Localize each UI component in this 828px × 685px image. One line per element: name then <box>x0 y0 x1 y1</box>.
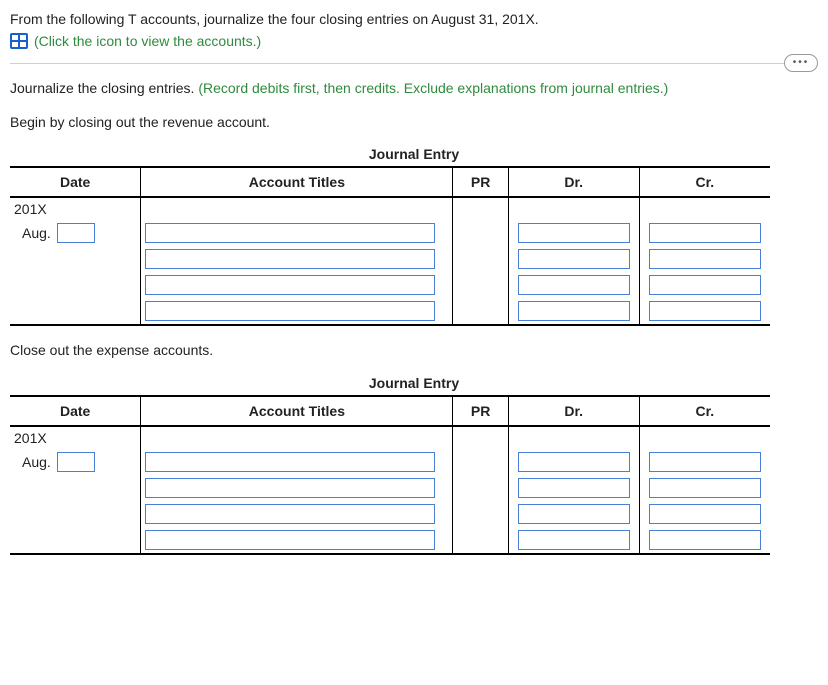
account-title-input[interactable] <box>145 301 435 321</box>
credit-input[interactable] <box>649 530 761 550</box>
credit-input[interactable] <box>649 504 761 524</box>
col-header-cr: Cr. <box>639 396 770 426</box>
table-row <box>10 527 770 554</box>
credit-input[interactable] <box>649 249 761 269</box>
journal-entry-caption-1: Journal Entry <box>10 146 818 162</box>
month-label: Aug. <box>22 454 51 470</box>
journal-entry-caption-2: Journal Entry <box>10 375 818 391</box>
debit-input[interactable] <box>518 301 630 321</box>
account-title-input[interactable] <box>145 275 435 295</box>
debit-input[interactable] <box>518 275 630 295</box>
col-header-pr: PR <box>453 167 508 197</box>
debit-input[interactable] <box>518 452 630 472</box>
col-header-cr: Cr. <box>639 167 770 197</box>
debit-input[interactable] <box>518 530 630 550</box>
debit-input[interactable] <box>518 249 630 269</box>
table-row <box>10 272 770 298</box>
year-cell: 201X <box>10 426 141 449</box>
day-input[interactable] <box>57 223 95 243</box>
col-header-titles: Account Titles <box>141 167 453 197</box>
credit-input[interactable] <box>649 223 761 243</box>
table-row <box>10 246 770 272</box>
table-row <box>10 501 770 527</box>
debit-input[interactable] <box>518 478 630 498</box>
main-instruction: Journalize the closing entries. (Record … <box>10 78 818 98</box>
credit-input[interactable] <box>649 275 761 295</box>
account-title-input[interactable] <box>145 478 435 498</box>
col-header-dr: Dr. <box>508 396 639 426</box>
journal-table-1: Date Account Titles PR Dr. Cr. 201X Aug. <box>10 166 770 326</box>
table-row: Aug. <box>10 220 770 246</box>
step1-text: Begin by closing out the revenue account… <box>10 112 818 132</box>
col-header-date: Date <box>10 396 141 426</box>
month-label: Aug. <box>22 225 51 241</box>
debit-input[interactable] <box>518 223 630 243</box>
year-cell: 201X <box>10 197 141 220</box>
col-header-pr: PR <box>453 396 508 426</box>
day-input[interactable] <box>57 452 95 472</box>
table-row <box>10 475 770 501</box>
account-title-input[interactable] <box>145 530 435 550</box>
credit-input[interactable] <box>649 478 761 498</box>
table-row: 201X <box>10 426 770 449</box>
table-row <box>10 298 770 325</box>
account-title-input[interactable] <box>145 504 435 524</box>
table-row: Aug. <box>10 449 770 475</box>
account-title-input[interactable] <box>145 223 435 243</box>
table-icon[interactable] <box>10 33 28 49</box>
credit-input[interactable] <box>649 301 761 321</box>
credit-input[interactable] <box>649 452 761 472</box>
intro-text: From the following T accounts, journaliz… <box>10 10 818 29</box>
debit-input[interactable] <box>518 504 630 524</box>
view-accounts-link[interactable]: (Click the icon to view the accounts.) <box>34 33 261 49</box>
account-title-input[interactable] <box>145 452 435 472</box>
main-instruction-hint: (Record debits first, then credits. Excl… <box>194 80 668 96</box>
step2-text: Close out the expense accounts. <box>10 340 818 360</box>
col-header-date: Date <box>10 167 141 197</box>
table-row: 201X <box>10 197 770 220</box>
account-title-input[interactable] <box>145 249 435 269</box>
main-instruction-text: Journalize the closing entries. <box>10 80 194 96</box>
divider: ••• <box>10 63 818 64</box>
col-header-titles: Account Titles <box>141 396 453 426</box>
journal-table-2: Date Account Titles PR Dr. Cr. 201X Aug. <box>10 395 770 555</box>
more-options-button[interactable]: ••• <box>784 54 818 72</box>
col-header-dr: Dr. <box>508 167 639 197</box>
